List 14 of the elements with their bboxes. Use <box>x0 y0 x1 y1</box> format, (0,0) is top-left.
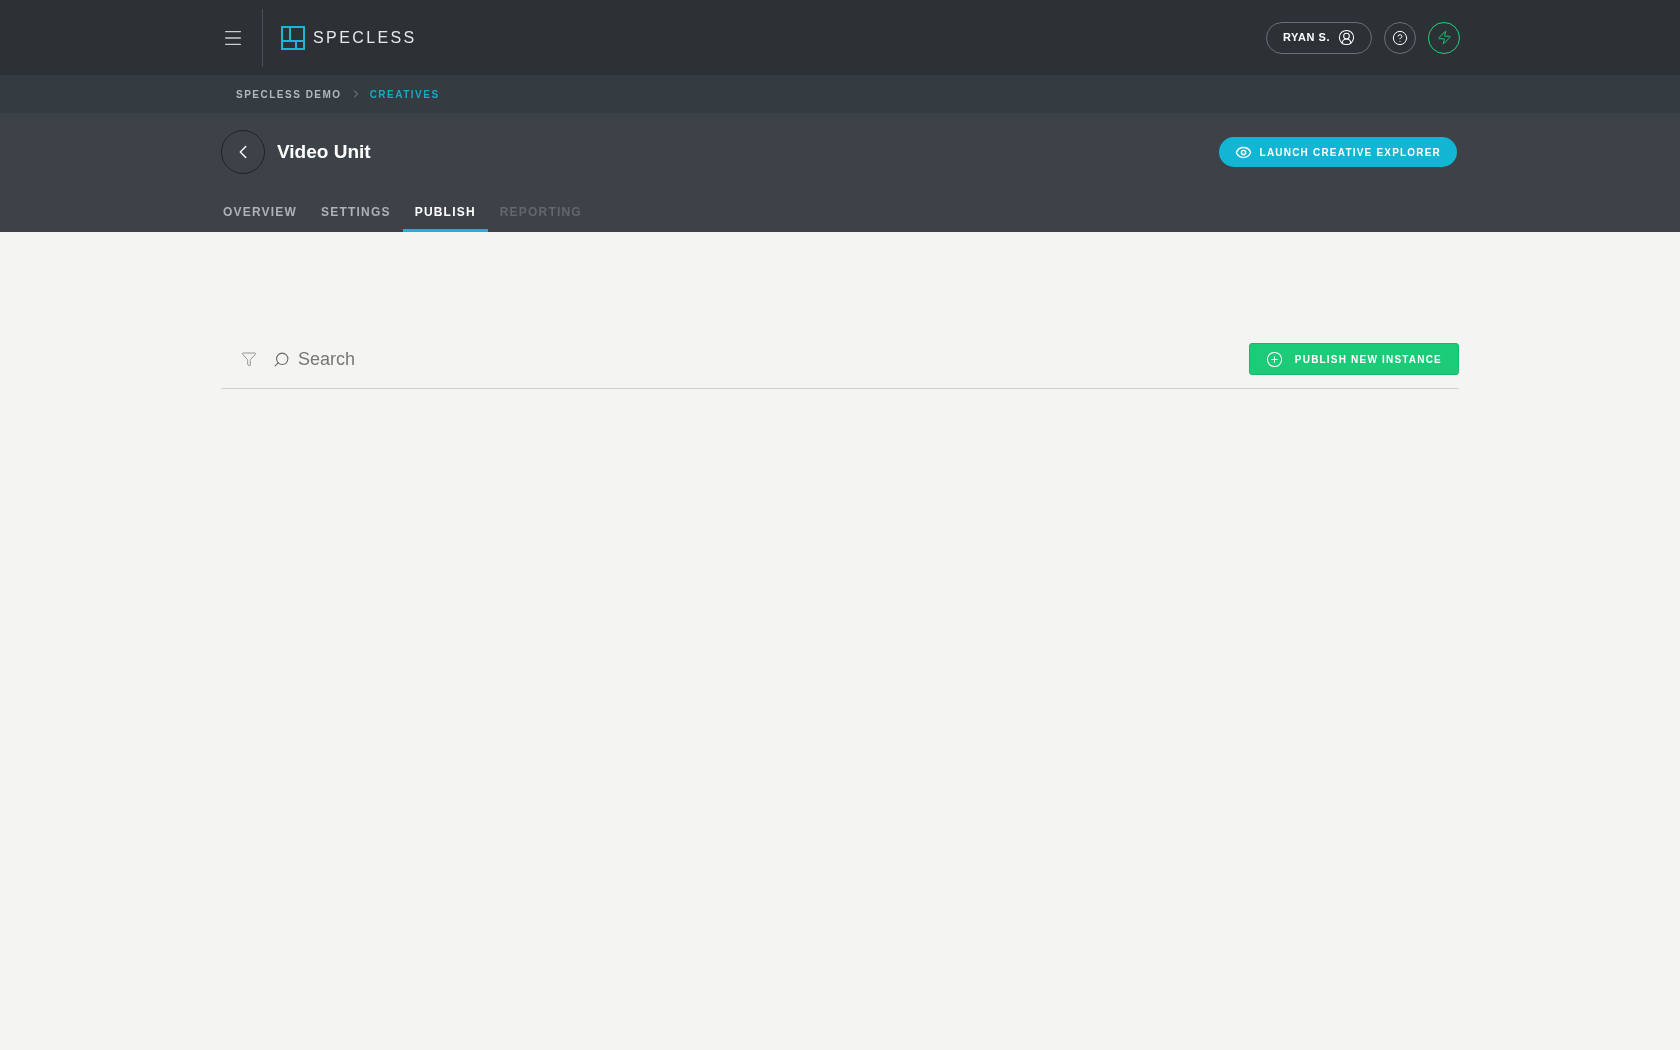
tab[interactable]: SETTINGS <box>309 199 403 232</box>
tab[interactable]: PUBLISH <box>402 199 488 232</box>
brand-name: SPECLESS <box>313 27 417 48</box>
lightning-icon <box>1436 30 1452 45</box>
plus-icon <box>1265 350 1283 368</box>
user-icon <box>1338 29 1355 46</box>
tab[interactable]: OVERVIEW <box>221 199 310 232</box>
search-icon <box>273 350 290 368</box>
page-title: Video Unit <box>277 139 371 164</box>
logo-icon <box>281 25 305 50</box>
launch-explorer-button[interactable]: LAUNCH CREATIVE EXPLORER <box>1218 137 1457 167</box>
breadcrumb-link[interactable]: SPECLESS DEMO <box>236 86 342 102</box>
help-icon <box>1392 29 1408 46</box>
breadcrumb-link[interactable]: CREATIVES <box>369 86 440 102</box>
